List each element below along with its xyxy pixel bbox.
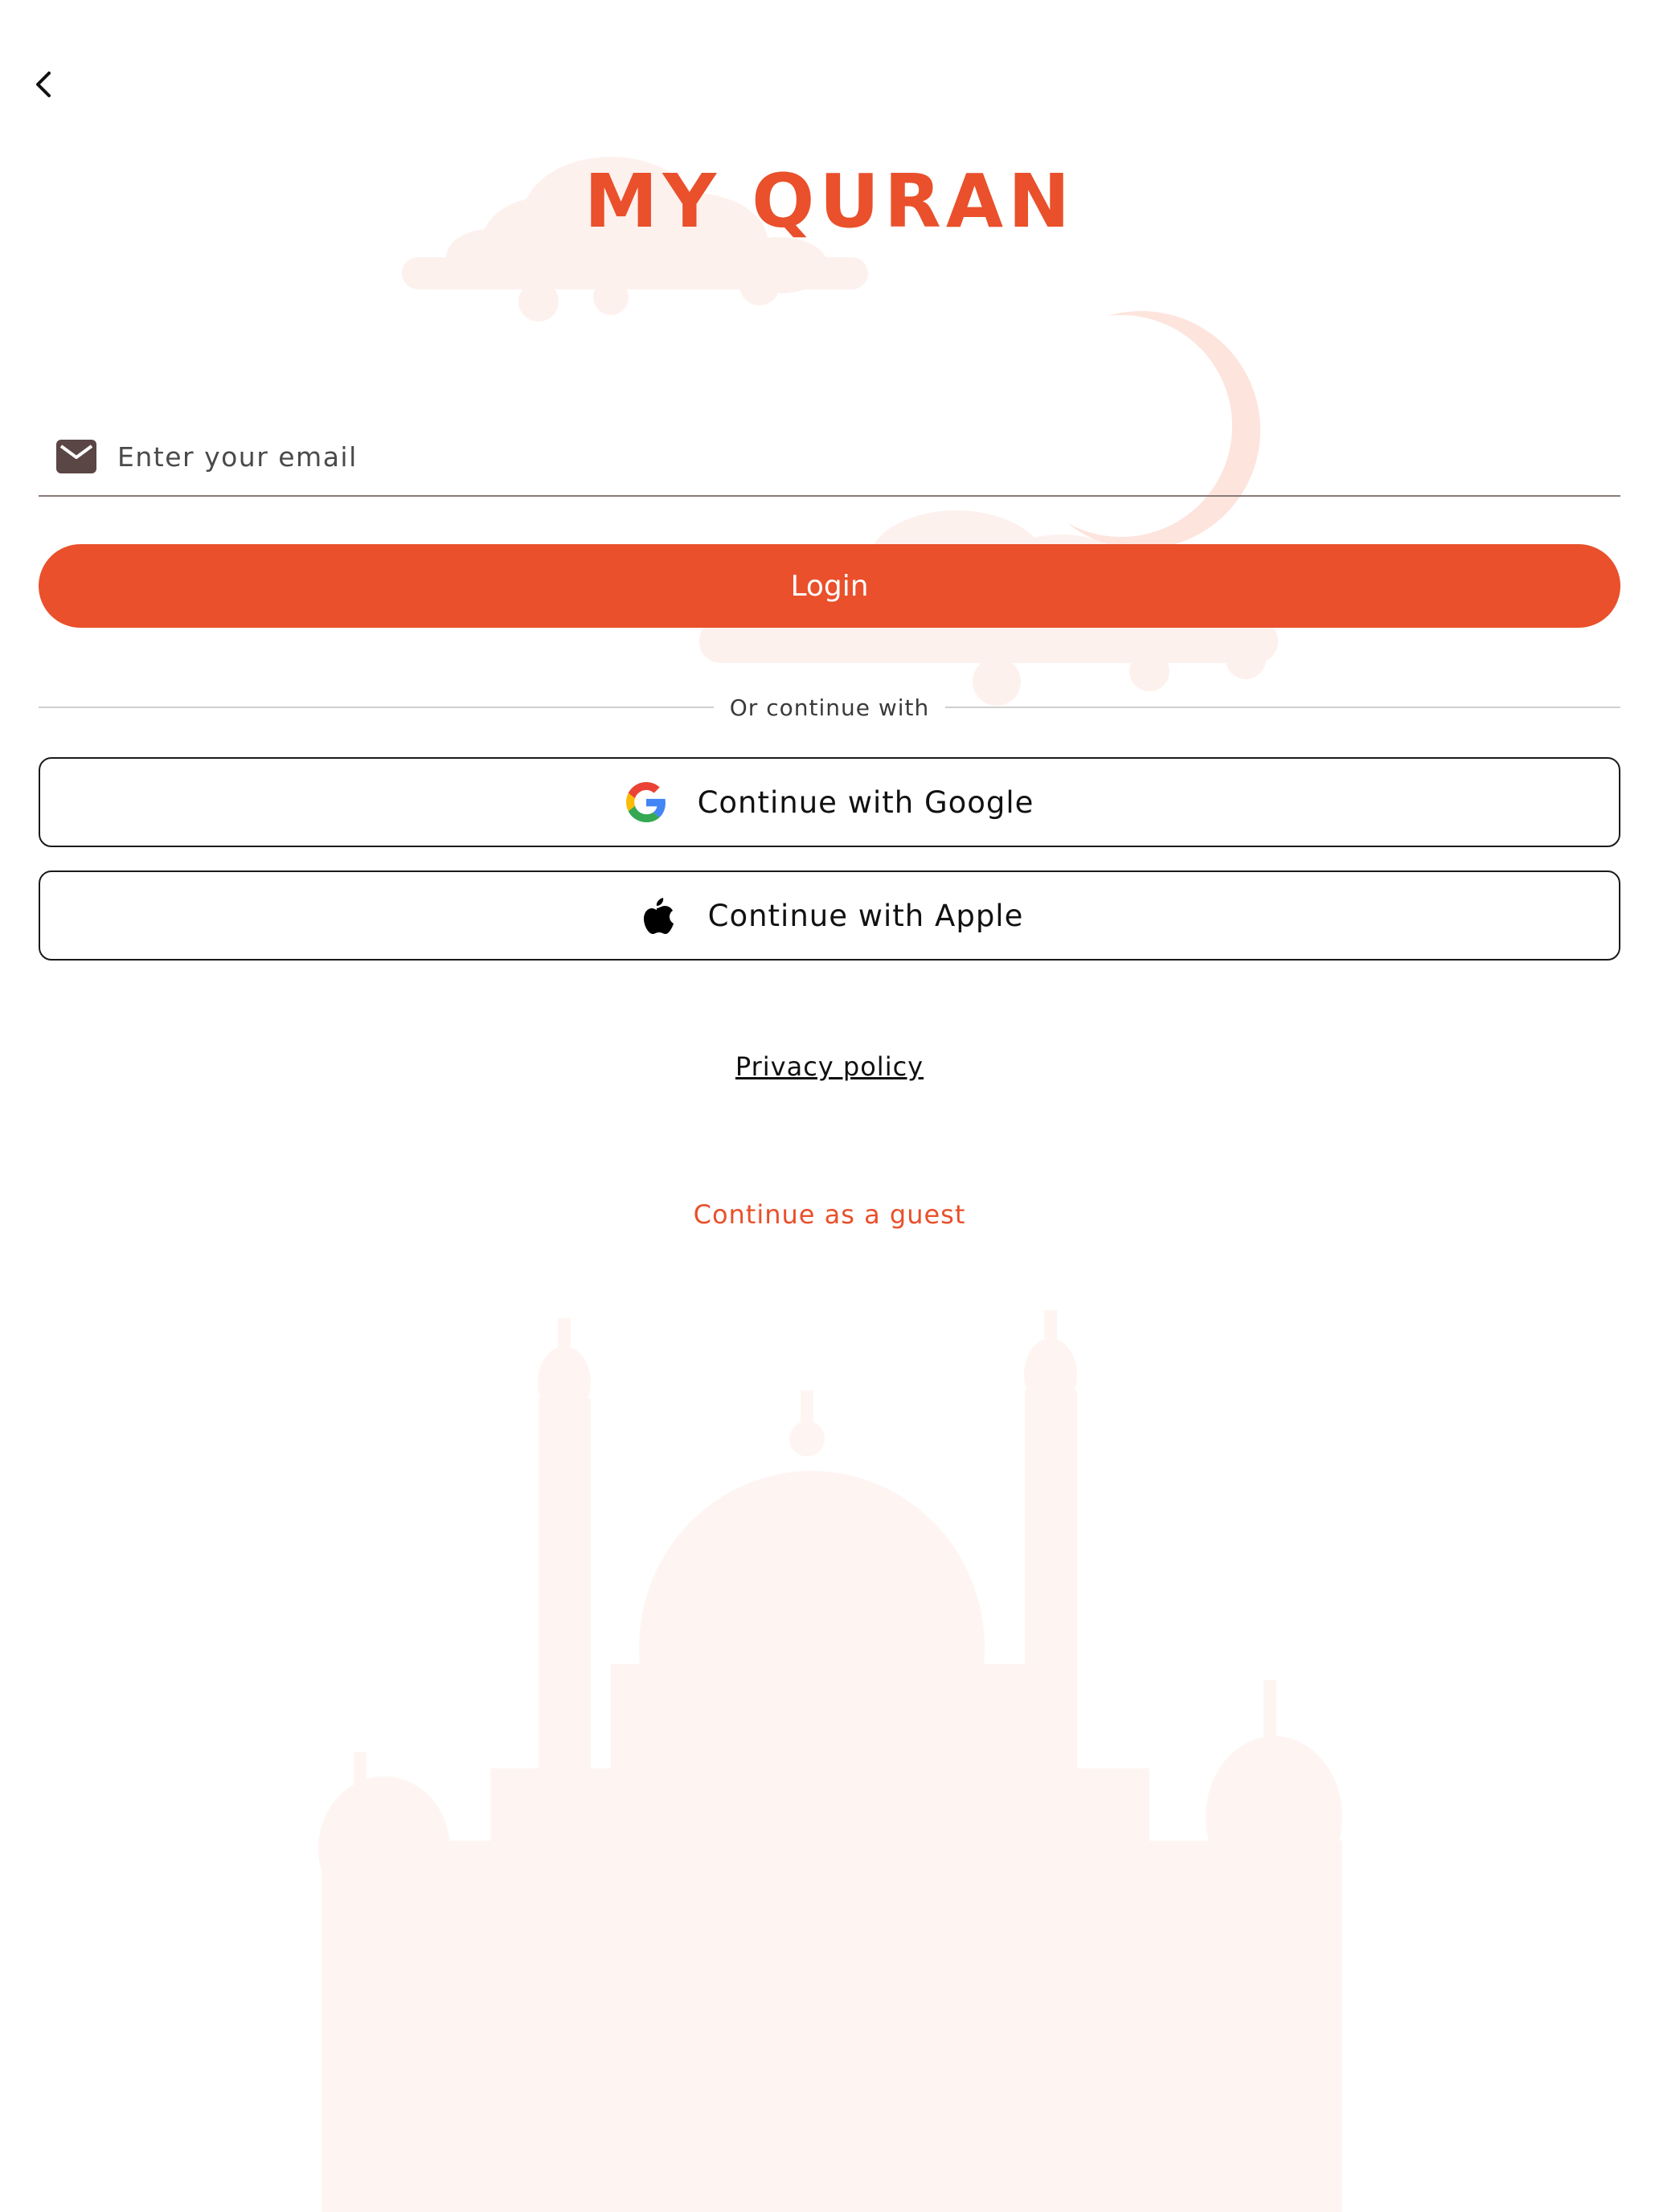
apple-logo-icon xyxy=(636,895,678,936)
privacy-policy-row: Privacy policy xyxy=(0,1051,1659,1082)
guest-row: Continue as a guest xyxy=(0,1199,1659,1230)
google-logo-icon xyxy=(625,781,667,823)
back-button[interactable] xyxy=(16,56,72,113)
chevron-left-icon xyxy=(36,72,51,97)
mosque-silhouette-decoration xyxy=(318,1310,1342,2212)
continue-with-google-button[interactable]: Continue with Google xyxy=(39,757,1620,847)
email-field[interactable] xyxy=(39,418,1620,497)
email-input[interactable] xyxy=(117,432,1620,481)
continue-with-apple-button[interactable]: Continue with Apple xyxy=(39,870,1620,961)
login-button-label: Login xyxy=(790,569,869,603)
apple-button-label: Continue with Apple xyxy=(707,898,1024,933)
mail-icon xyxy=(56,440,96,473)
login-button[interactable]: Login xyxy=(39,544,1620,628)
divider-text: Or continue with xyxy=(729,694,930,721)
background-decoration xyxy=(318,157,1342,2212)
app-title: MY QURAN xyxy=(584,158,1075,244)
google-button-label: Continue with Google xyxy=(697,784,1034,820)
continue-as-guest-link[interactable]: Continue as a guest xyxy=(694,1199,966,1230)
divider: Or continue with xyxy=(39,691,1621,723)
divider-line-right xyxy=(945,707,1621,708)
divider-line-left xyxy=(39,707,714,708)
privacy-policy-link[interactable]: Privacy policy xyxy=(735,1051,924,1082)
